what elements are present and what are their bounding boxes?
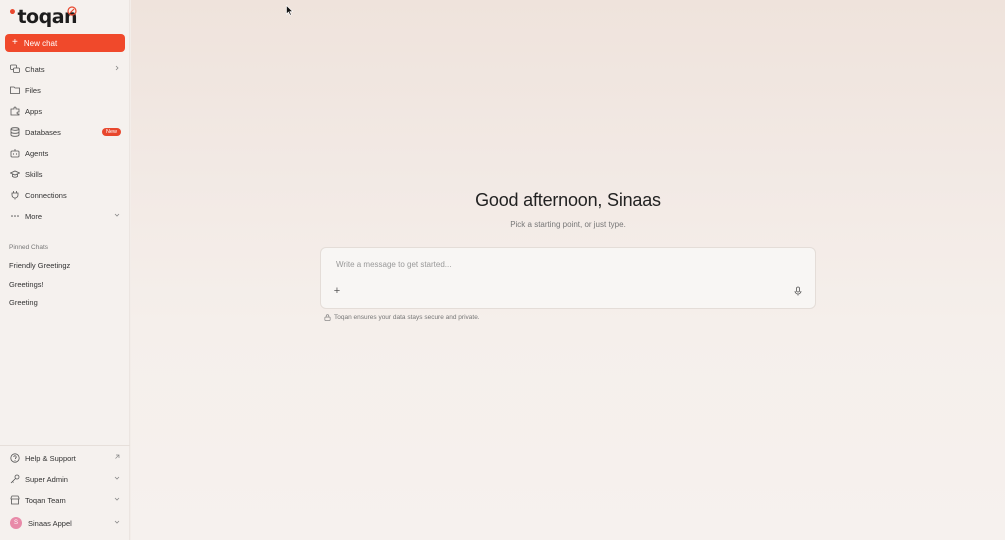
attach-button[interactable]: + [331,285,343,297]
external-link-icon [115,454,120,459]
sidebar-item-connections[interactable]: Connections [10,188,122,202]
team-switcher[interactable]: Toqan Team [10,493,122,507]
chevron-down-icon [114,476,120,480]
sidebar-item-files[interactable]: Files [10,83,122,97]
puzzle-icon [10,106,20,116]
avatar: S [10,517,22,529]
pinned-chat-item[interactable]: Greeting [9,298,38,307]
message-input[interactable] [334,259,778,270]
help-support-link[interactable]: Help & Support [10,451,122,465]
divider [0,445,130,446]
sidebar-item-databases[interactable]: Databases New [10,125,122,139]
new-badge: New [101,128,121,136]
plug-icon [10,190,20,200]
database-icon [10,127,20,137]
sidebar-item-chats[interactable]: Chats [10,62,122,76]
microphone-icon[interactable] [793,286,803,296]
help-icon [10,453,20,463]
lock-icon [324,314,331,321]
super-admin-menu[interactable]: Super Admin [10,472,122,486]
new-chat-button[interactable]: + New chat [5,34,125,52]
greeting-heading: Good afternoon, Sinaas [475,190,661,210]
key-icon [10,474,20,484]
plus-icon: + [12,37,18,48]
store-icon [10,495,20,505]
message-composer[interactable]: + [320,247,816,309]
sidebar: •toqan + New chat Chats Files Apps Datab… [0,0,130,540]
pinned-chats-heading: Pinned Chats [9,244,49,251]
pinned-chat-item[interactable]: Greetings! [9,280,44,289]
sidebar-item-skills[interactable]: Skills [10,167,122,181]
robot-icon [10,148,20,158]
sidebar-item-apps[interactable]: Apps [10,104,122,118]
folder-icon [10,85,20,95]
logo-mark-icon [67,6,77,16]
privacy-note: Toqan ensures your data stays secure and… [324,314,480,321]
mouse-cursor-icon [286,5,294,16]
chevron-right-icon [115,65,119,71]
greeting-subtitle: Pick a starting point, or just type. [510,220,626,229]
chevron-down-icon [114,213,120,217]
chevron-down-icon [114,520,120,524]
user-menu[interactable]: S Sinaas Appel [10,516,122,530]
sidebar-item-agents[interactable]: Agents [10,146,122,160]
more-dots-icon [10,211,20,221]
sidebar-item-more[interactable]: More [10,209,122,223]
graduation-cap-icon [10,169,20,179]
pinned-chat-item[interactable]: Friendly Greetingz [9,261,70,270]
chevron-down-icon [114,497,120,501]
chat-bubbles-icon [10,64,20,74]
